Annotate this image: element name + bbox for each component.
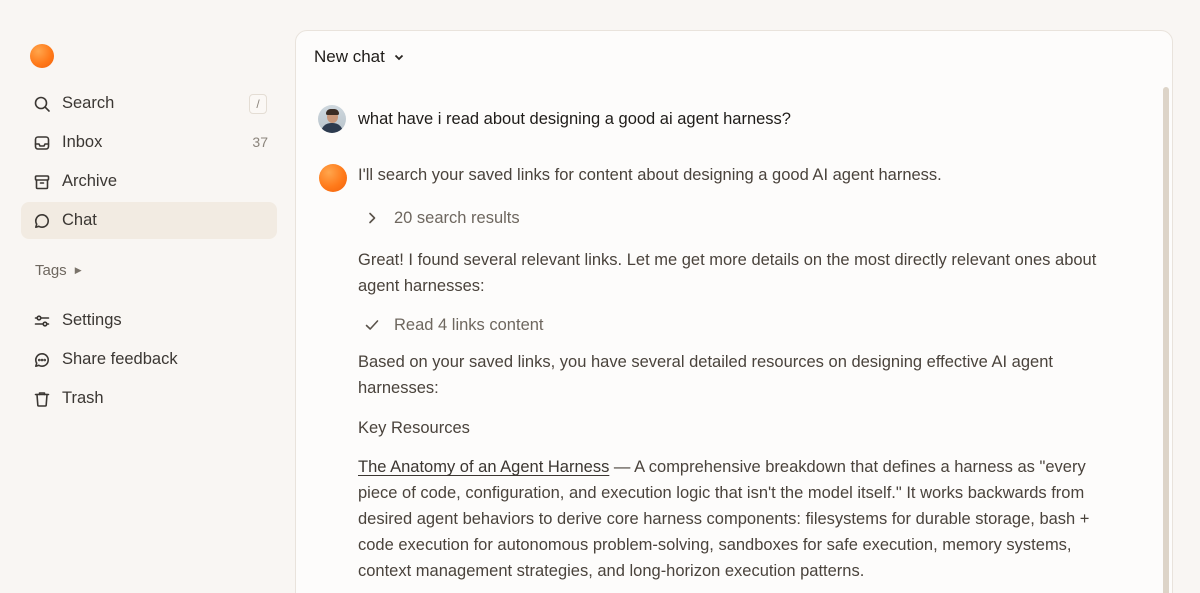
chevron-down-icon — [393, 51, 405, 63]
feedback-icon — [33, 351, 51, 369]
app-window: Search / Inbox 37 Archive Chat Tags ▶ Se… — [0, 0, 1200, 593]
tags-toggle[interactable]: Tags ▶ — [35, 262, 82, 279]
chat-title: New chat — [314, 47, 385, 66]
resource-paragraph: The Anatomy of an Agent Harness — A comp… — [358, 454, 1128, 584]
sidebar-item-label: Chat — [62, 211, 97, 229]
trash-icon — [33, 390, 51, 408]
caret-right-icon: ▶ — [74, 265, 82, 275]
assistant-avatar — [319, 164, 347, 192]
resource-link[interactable]: The Anatomy of an Agent Harness — [358, 458, 609, 476]
sidebar-item-archive[interactable]: Archive — [21, 163, 277, 200]
archive-icon — [33, 173, 51, 191]
sidebar-item-label: Archive — [62, 172, 118, 190]
sidebar-item-search[interactable]: Search / — [21, 85, 277, 122]
inbox-count-badge: 37 — [252, 134, 268, 150]
section-heading: Key Resources — [358, 419, 470, 437]
sidebar-item-inbox[interactable]: Inbox 37 — [21, 124, 277, 161]
sidebar-item-label: Settings — [62, 311, 122, 329]
assistant-intro: I'll search your saved links for content… — [358, 166, 942, 184]
sidebar-item-settings[interactable]: Settings — [21, 302, 277, 339]
read-links-step[interactable]: Read 4 links content — [364, 312, 544, 338]
resource-description: — A comprehensive breakdown that defines… — [358, 458, 1090, 580]
chat-icon — [33, 212, 51, 230]
sidebar-item-chat[interactable]: Chat — [21, 202, 277, 239]
user-avatar — [318, 105, 346, 133]
chevron-right-icon — [364, 210, 380, 226]
assistant-paragraph: Based on your saved links, you have seve… — [358, 353, 1053, 397]
check-icon — [364, 317, 380, 333]
chat-title-dropdown[interactable]: New chat — [314, 47, 405, 67]
sliders-icon — [33, 312, 51, 330]
search-shortcut-badge: / — [249, 94, 267, 114]
user-message: what have i read about designing a good … — [358, 109, 791, 128]
search-results-label: 20 search results — [394, 209, 520, 227]
scrollbar[interactable] — [1163, 87, 1169, 593]
sidebar-item-trash[interactable]: Trash — [21, 380, 277, 417]
sidebar-item-label: Trash — [62, 389, 104, 407]
assistant-paragraph: Great! I found several relevant links. L… — [358, 251, 1097, 295]
read-links-label: Read 4 links content — [394, 316, 544, 334]
search-icon — [33, 95, 51, 113]
sidebar: Search / Inbox 37 Archive Chat Tags ▶ Se… — [0, 0, 295, 593]
sidebar-item-share-feedback[interactable]: Share feedback — [21, 341, 277, 378]
sidebar-item-label: Share feedback — [62, 350, 178, 368]
user-message-row: what have i read about designing a good … — [318, 105, 791, 133]
search-results-toggle[interactable]: 20 search results — [364, 205, 520, 231]
chat-panel: New chat what have i read about designin… — [295, 30, 1173, 593]
inbox-icon — [33, 134, 51, 152]
tags-label: Tags — [35, 262, 67, 279]
sidebar-item-label: Search — [62, 94, 115, 112]
app-logo[interactable] — [30, 44, 54, 68]
sidebar-item-label: Inbox — [62, 133, 103, 151]
